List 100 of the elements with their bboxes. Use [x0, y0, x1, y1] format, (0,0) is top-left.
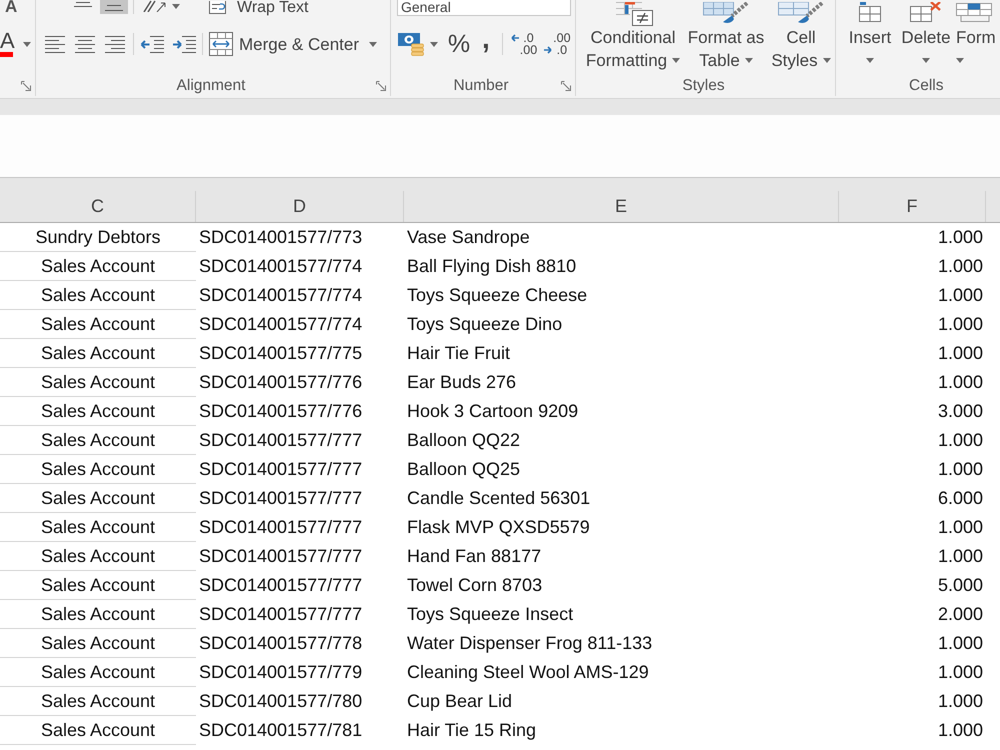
table-cell-text: Hand Fan 88177 — [406, 545, 542, 568]
table-cell-text: Toys Squeeze Dino — [406, 313, 564, 336]
accounting-format-button[interactable] — [398, 32, 438, 56]
align-right-icon — [105, 34, 125, 54]
table-style-button[interactable]: Format as Table — [684, 0, 768, 72]
left-arrow-icon — [510, 34, 519, 42]
table-cell-text: SDC014001577/777 — [198, 429, 364, 452]
group-label: Styles — [682, 76, 725, 96]
column-header[interactable]: E — [404, 191, 839, 222]
number-format-field[interactable]: General — [397, 0, 571, 16]
table-cell-text: SDC014001577/777 — [198, 516, 364, 539]
font-size-button[interactable]: A — [0, 0, 18, 14]
table-cell-text: Vase Sandrope — [406, 226, 531, 249]
caret-icon — [22, 42, 31, 46]
table-cell-text: Candle Scented 56301 — [406, 487, 592, 510]
dialog-launcher-icon[interactable] — [21, 81, 31, 92]
format-cells-button[interactable]: Form — [956, 0, 1000, 72]
table-cell-text: 3.000 — [936, 400, 984, 423]
table-cell-text: Hair Tie 15 Ring — [406, 719, 538, 742]
table-cell-text: SDC014001577/774 — [198, 313, 364, 336]
decrease-decimal-button[interactable]: .00 .0 — [544, 32, 571, 56]
table-cell-text: 6.000 — [936, 487, 984, 510]
orientation-button[interactable] — [142, 0, 180, 12]
cell-brush-icon — [778, 2, 824, 24]
table-cell-text: Ear Buds 276 — [406, 371, 518, 394]
table-cell-text: 1.000 — [936, 429, 984, 452]
table-cell: Sales Account — [0, 513, 196, 542]
table-cell-text: SDC014001577/774 — [198, 284, 364, 307]
table-cell-text: Cleaning Steel Wool AMS-129 — [406, 661, 650, 684]
table-cell-text: SDC014001577/773 — [198, 226, 364, 249]
table-cell: Sales Account — [0, 484, 196, 513]
table-cell: Sales Account — [0, 252, 196, 281]
group-label: Number — [453, 76, 509, 96]
increase-decimal-button[interactable]: .0 .00 — [510, 32, 538, 56]
caret-icon — [672, 58, 680, 63]
table-cell-text: Balloon QQ25 — [406, 458, 522, 481]
table-cell-text: 1.000 — [936, 516, 984, 539]
align-center-icon — [75, 34, 95, 54]
table-cell-text: 1.000 — [936, 661, 984, 684]
caret-icon — [922, 58, 930, 63]
table-cell-text: Water Dispenser Frog 811-133 — [406, 632, 654, 655]
table-cell: Sales Account — [0, 716, 196, 745]
table-cell: Sales Account — [0, 571, 196, 600]
table-cell-text: SDC014001577/777 — [198, 458, 364, 481]
table-cell-text: Ball Flying Dish 8810 — [406, 255, 578, 278]
table-cell: Sales Account — [0, 687, 196, 716]
group-label: Cells — [909, 76, 944, 96]
table-cell-text: 1.000 — [936, 458, 984, 481]
column-header[interactable]: F — [839, 191, 986, 222]
comma-style-button[interactable]: , — [482, 31, 490, 57]
merge-cells-icon — [209, 32, 233, 56]
table-cell-text: SDC014001577/776 — [198, 371, 364, 394]
table-cell-text: SDC014001577/775 — [198, 342, 364, 365]
conditional-style-button[interactable]: Conditional Formatting — [584, 0, 682, 72]
table-cell-text: SDC014001577/778 — [198, 632, 364, 655]
caret-icon — [430, 42, 438, 46]
font-color-button[interactable]: A — [0, 31, 31, 57]
table-cell-text: 1.000 — [936, 284, 984, 307]
table-cell-text: 1.000 — [936, 313, 984, 336]
decrease-indent-icon[interactable] — [140, 34, 164, 54]
column-header[interactable]: D — [196, 191, 404, 222]
cell-style-button[interactable]: Cell Styles — [770, 0, 832, 72]
table-cell: Sales Account — [0, 397, 196, 426]
dialog-launcher-icon[interactable] — [376, 81, 386, 91]
caret-icon — [956, 58, 964, 63]
table-cell-text: Toys Squeeze Cheese — [406, 284, 588, 307]
dialog-launcher-icon[interactable] — [561, 81, 572, 91]
insert-cells-button[interactable]: Insert — [844, 0, 896, 72]
table-cell-text: 1.000 — [936, 371, 984, 394]
caret-icon — [369, 42, 377, 46]
table-cell-text: Hair Tie Fruit — [406, 342, 512, 365]
table-cell-text: 2.000 — [936, 603, 984, 626]
table-cell-text: Balloon QQ22 — [406, 429, 522, 452]
percent-style-button[interactable]: % — [448, 32, 470, 56]
table-cell: Sales Account — [0, 310, 196, 339]
wrap-text-button[interactable]: Wrap Text — [208, 0, 308, 16]
table-cell-text: SDC014001577/781 — [198, 719, 364, 742]
table-cell-text: Towel Corn 8703 — [406, 574, 544, 597]
caret-icon — [822, 58, 831, 63]
table-cell-text: SDC014001577/774 — [198, 255, 364, 278]
table-cell-text: SDC014001577/777 — [198, 603, 364, 626]
increase-indent-icon[interactable] — [172, 34, 196, 54]
table-cell-text: 1.000 — [936, 545, 984, 568]
column-header[interactable]: C — [0, 191, 196, 222]
table-cell-text: 1.000 — [936, 255, 984, 278]
money-coins-icon — [398, 32, 424, 56]
table-cell-text: 5.000 — [936, 574, 984, 597]
caret-icon — [866, 58, 874, 63]
table-cell-text: 1.000 — [936, 632, 984, 655]
delete-cells-button[interactable]: Delete — [898, 0, 954, 72]
align-bottom-button[interactable] — [100, 0, 128, 14]
table-cell: Sales Account — [0, 542, 196, 571]
merge-center-button[interactable]: Merge & Center — [209, 32, 377, 56]
table-cell-text: Toys Squeeze Insect — [406, 603, 574, 626]
diagonal-text-icon — [142, 0, 168, 12]
table-brush-icon — [703, 2, 749, 24]
table-cell: Sales Account — [0, 426, 196, 455]
table-cell-text: SDC014001577/777 — [198, 487, 364, 510]
caret-icon — [744, 58, 753, 63]
table-cell-text: 1.000 — [936, 690, 984, 713]
